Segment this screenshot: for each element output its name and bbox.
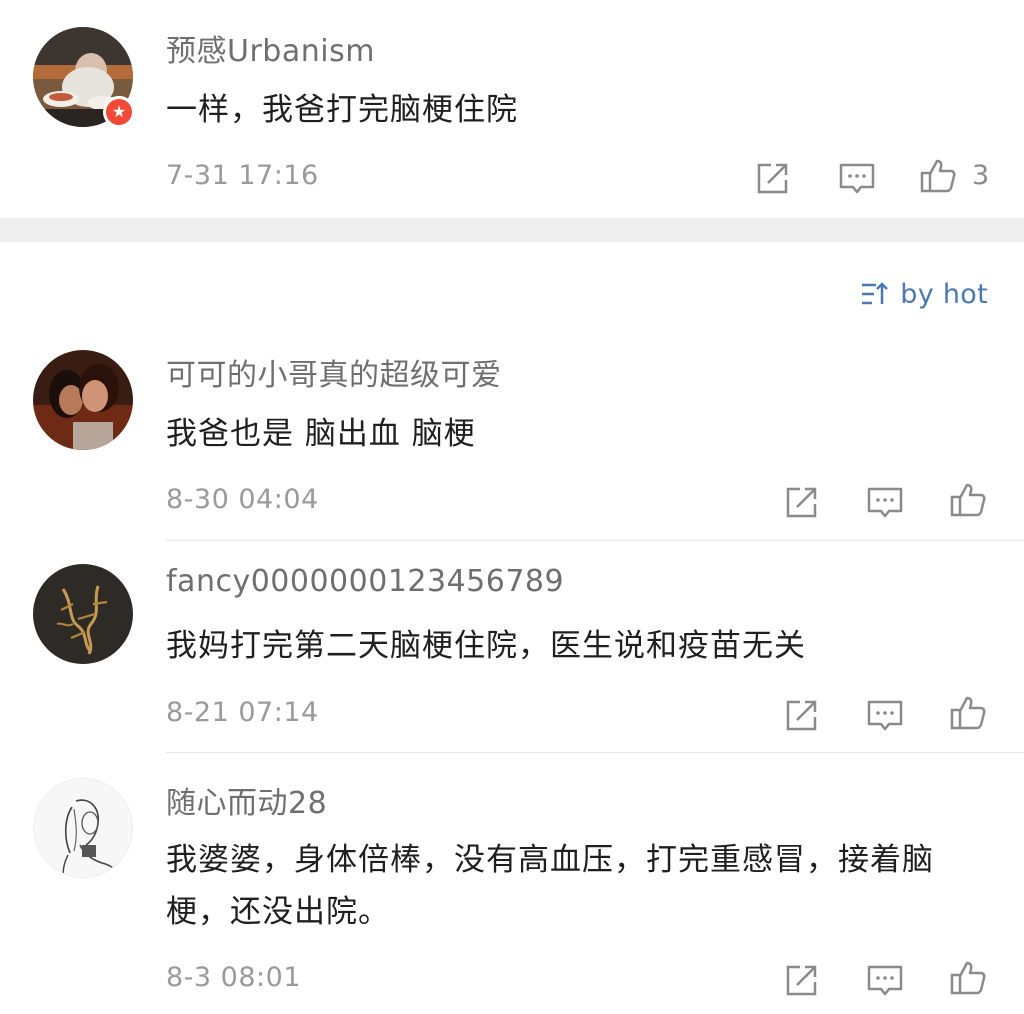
comment-text: 我爸也是 脑出血 脑梗 bbox=[166, 416, 476, 452]
share-icon bbox=[786, 487, 817, 518]
comment-item: ★ 预感Urbanism 一样，我爸打完脑梗住院 7-31 17:16 3 bbox=[0, 0, 1024, 218]
like-count: 3 bbox=[972, 160, 990, 191]
comment-item: fancy0000000123456789 我妈打完第二天脑梗住院，医生说和疫苗… bbox=[0, 542, 1024, 754]
comment-username[interactable]: 可可的小哥真的超级可爱 bbox=[166, 350, 502, 394]
avatar[interactable] bbox=[33, 350, 133, 450]
like-button[interactable] bbox=[948, 958, 988, 998]
comment-username[interactable]: 随心而动28 bbox=[166, 778, 327, 822]
reply-button[interactable] bbox=[865, 482, 905, 522]
reply-button[interactable] bbox=[865, 960, 905, 1000]
comment-username[interactable]: 预感Urbanism bbox=[166, 26, 375, 70]
thumbs-up-icon bbox=[950, 483, 986, 517]
reply-button[interactable] bbox=[837, 158, 877, 198]
reply-button[interactable] bbox=[865, 695, 905, 735]
comment-username[interactable]: fancy0000000123456789 bbox=[166, 564, 564, 599]
like-button[interactable] bbox=[948, 693, 988, 733]
thumbs-up-icon bbox=[950, 961, 986, 995]
comment-item: 随心而动28 我婆婆，身体倍棒，没有高血压，打完重感冒，接着脑梗，还没出院。 8… bbox=[0, 754, 1024, 1014]
divider bbox=[166, 752, 1024, 753]
share-icon bbox=[757, 163, 788, 194]
share-icon bbox=[786, 965, 817, 996]
comment-icon bbox=[867, 965, 903, 996]
comment-icon bbox=[839, 163, 875, 194]
repost-button[interactable] bbox=[782, 482, 822, 522]
sort-label: by hot bbox=[900, 278, 988, 310]
comment-timestamp: 7-31 17:16 bbox=[166, 160, 319, 191]
repost-button[interactable] bbox=[782, 960, 822, 1000]
sort-by-hot-button[interactable]: by hot bbox=[860, 276, 988, 312]
repost-button[interactable] bbox=[782, 695, 822, 735]
repost-button[interactable] bbox=[753, 158, 793, 198]
comment-timestamp: 8-21 07:14 bbox=[166, 697, 319, 728]
thumbs-up-icon bbox=[920, 159, 956, 193]
share-icon bbox=[786, 700, 817, 731]
comment-text: 我婆婆，身体倍棒，没有高血压，打完重感冒，接着脑梗，还没出院。 bbox=[166, 842, 934, 930]
like-button[interactable] bbox=[918, 156, 958, 196]
thumbs-up-icon bbox=[950, 696, 986, 730]
comment-item: 可可的小哥真的超级可爱 我爸也是 脑出血 脑梗 8-30 04:04 bbox=[0, 330, 1024, 542]
divider bbox=[166, 540, 1024, 541]
sort-icon bbox=[862, 282, 889, 305]
comment-timestamp: 8-30 04:04 bbox=[166, 484, 319, 515]
section-divider bbox=[0, 218, 1024, 242]
comment-icon bbox=[867, 487, 903, 518]
avatar[interactable] bbox=[33, 778, 133, 878]
verified-badge-icon: ★ bbox=[103, 96, 135, 128]
comment-icon bbox=[867, 700, 903, 731]
like-button[interactable] bbox=[948, 480, 988, 520]
comment-text: 一样，我爸打完脑梗住院 bbox=[166, 92, 518, 128]
comment-timestamp: 8-3 08:01 bbox=[166, 962, 301, 993]
comment-text: 我妈打完第二天脑梗住院，医生说和疫苗无关 bbox=[166, 628, 806, 664]
avatar[interactable] bbox=[33, 564, 133, 664]
